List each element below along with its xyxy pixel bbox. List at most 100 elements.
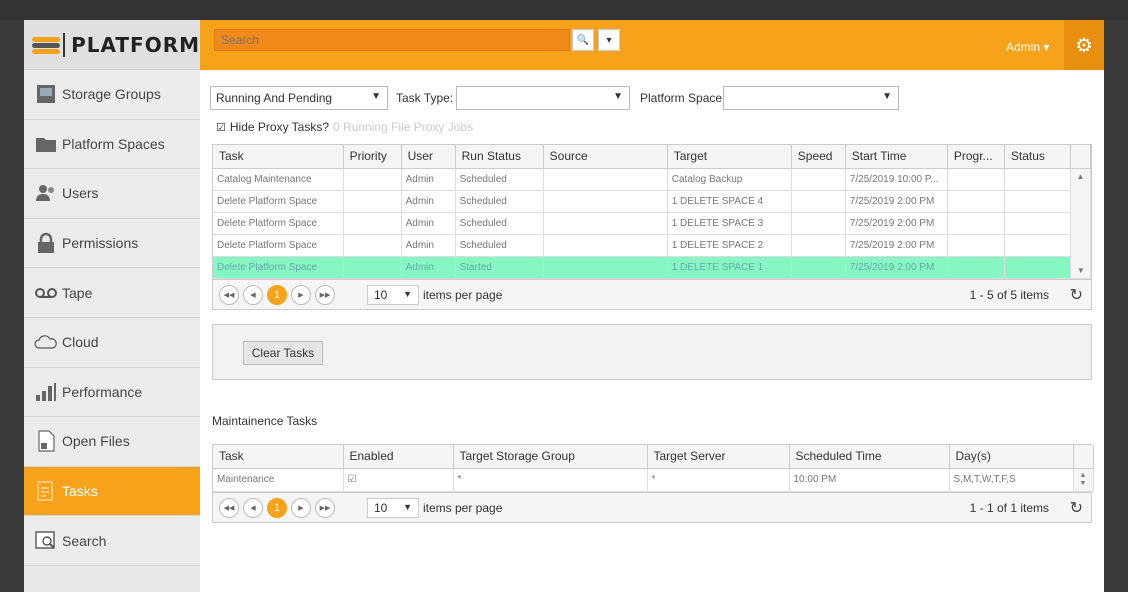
sidebar-item-permissions[interactable]: Permissions: [24, 218, 200, 269]
search-doc-icon: [34, 530, 58, 552]
table-row[interactable]: Catalog Maintenance Admin Scheduled Catalog…: [213, 168, 1092, 279]
table-cell: 1 DELETE SPACE 4: [667, 190, 792, 213]
first-page-button[interactable]: ◀◀: [219, 284, 239, 305]
column-header[interactable]: Source: [543, 145, 668, 169]
sidebar-item-users[interactable]: Users: [24, 169, 200, 219]
refresh-icon[interactable]: ↻: [1070, 285, 1083, 305]
status-filter-select[interactable]: Running And Pending ▼: [210, 86, 388, 110]
table-cell: 1 DELETE SPACE 2: [667, 234, 792, 257]
column-header[interactable]: Task: [213, 445, 344, 469]
caret-down-icon: ▼: [882, 91, 892, 102]
table-cell: [1004, 234, 1071, 257]
prev-page-button[interactable]: ◀: [243, 497, 263, 518]
sidebar-item-search[interactable]: Search: [24, 516, 200, 566]
last-page-icon: ▶▶: [319, 291, 331, 299]
logo[interactable]: PLATFORM: [24, 20, 200, 70]
table-cell: [1004, 168, 1071, 191]
table-cell: *: [453, 468, 648, 492]
table-cell: [343, 212, 402, 235]
column-header[interactable]: Target: [667, 145, 792, 169]
table-row[interactable]: Delete Platform Space Admin Scheduled 1 DEL…: [213, 190, 1091, 213]
column-header[interactable]: Run Status: [455, 145, 544, 169]
sidebar-item-cloud[interactable]: Cloud: [24, 317, 200, 368]
prev-page-button[interactable]: ◀: [243, 284, 263, 305]
search-input[interactable]: [214, 29, 570, 51]
scroll-down-icon[interactable]: ▼: [1077, 266, 1085, 275]
last-page-button[interactable]: ▶▶: [315, 284, 335, 305]
refresh-icon[interactable]: ↻: [1070, 498, 1083, 518]
vertical-scrollbar[interactable]: ▲ ▼: [1070, 168, 1092, 279]
next-page-button[interactable]: ▶: [291, 497, 311, 518]
column-header[interactable]: User: [401, 145, 456, 169]
last-page-button[interactable]: ▶▶: [315, 497, 335, 518]
next-page-icon: ▶: [298, 504, 304, 512]
pager-info: 1 - 5 of 5 items: [969, 287, 1049, 302]
column-header[interactable]: Day(s): [949, 445, 1074, 469]
table-cell: [543, 234, 668, 257]
table-row[interactable]: Delete Platform Space Admin Scheduled 1 DEL…: [213, 234, 1091, 257]
enabled-checkbox[interactable]: ☑: [348, 474, 357, 485]
caret-down-icon: ▼: [403, 501, 412, 512]
table-cell: [343, 190, 402, 213]
sidebar-item-tape[interactable]: Tape: [24, 268, 200, 318]
sidebar-item-storage-groups[interactable]: Storage Groups: [24, 70, 200, 120]
prev-page-icon: ◀: [250, 504, 256, 512]
task-type-select[interactable]: ▼: [456, 86, 630, 110]
sidebar-item-label: Tape: [62, 284, 93, 301]
platform-space-select[interactable]: ▼: [723, 86, 899, 110]
table-row-selected[interactable]: Delete Platform Space Admin Started 1 DELET…: [213, 256, 1091, 279]
page-size-select[interactable]: 10 ▼: [367, 284, 419, 305]
vertical-scrollbar[interactable]: ▲ ▼: [1073, 468, 1094, 492]
column-header[interactable]: Target Server: [647, 445, 790, 469]
scrollbar-header: [1070, 145, 1092, 169]
sidebar-item-label: Permissions: [62, 235, 139, 252]
next-page-button[interactable]: ▶: [291, 284, 311, 305]
column-header[interactable]: Status: [1004, 145, 1071, 169]
sidebar-item-performance[interactable]: Performance: [24, 367, 200, 418]
table-cell: Admin: [401, 256, 456, 279]
table-cell: [1004, 190, 1071, 213]
gear-icon: ⚙: [1075, 34, 1093, 57]
top-header: 🔍 ▾ Admin ▾ ⚙: [200, 20, 1104, 70]
column-header[interactable]: Speed: [791, 145, 846, 169]
last-page-icon: ▶▶: [319, 504, 331, 512]
page-number-button[interactable]: 1: [267, 497, 287, 518]
sidebar-item-open-files[interactable]: Open Files: [24, 417, 200, 467]
scroll-up-icon[interactable]: ▲: [1076, 172, 1084, 181]
column-header[interactable]: Progr...: [947, 145, 1005, 169]
column-header[interactable]: Priority: [343, 145, 402, 169]
first-page-icon: ◀◀: [223, 291, 235, 299]
table-cell: Scheduled: [455, 234, 544, 257]
table-row[interactable]: Maintenance ☑ * * 10:00 PM S,M,T,W,T,F,S…: [213, 468, 1094, 492]
table-cell: [343, 234, 402, 257]
table-cell: Delete Platform Space: [213, 234, 344, 257]
scroll-up-icon[interactable]: ▲: [1080, 472, 1087, 479]
user-menu[interactable]: Admin ▾: [1006, 40, 1049, 54]
page-size-select[interactable]: 10 ▼: [367, 497, 419, 518]
table-cell: [343, 168, 402, 191]
sidebar-item-tasks[interactable]: Tasks: [24, 466, 200, 517]
first-page-icon: ◀◀: [223, 504, 235, 512]
column-header[interactable]: Scheduled Time: [789, 445, 950, 469]
search-button[interactable]: 🔍: [572, 29, 594, 51]
lock-icon: [34, 232, 58, 254]
page-number-button[interactable]: 1: [267, 284, 287, 305]
column-header[interactable]: Target Storage Group: [453, 445, 648, 469]
column-header[interactable]: Start Time: [845, 145, 948, 169]
settings-button[interactable]: ⚙: [1064, 20, 1104, 70]
app-window: PLATFORM Storage Groups Platform Spaces …: [24, 20, 1104, 592]
table-row[interactable]: Delete Platform Space Admin Scheduled 1 DEL…: [213, 212, 1091, 235]
clear-tasks-button[interactable]: Clear Tasks: [243, 341, 323, 365]
column-header[interactable]: Task: [213, 145, 344, 169]
table-cell: 7/25/2019 2:00 PM: [845, 190, 948, 213]
storage-icon: [34, 83, 58, 105]
table-cell: [947, 256, 1005, 279]
column-header[interactable]: Enabled: [343, 445, 454, 469]
sidebar-item-platform-spaces[interactable]: Platform Spaces: [24, 119, 200, 170]
first-page-button[interactable]: ◀◀: [219, 497, 239, 518]
scroll-down-icon[interactable]: ▼: [1080, 480, 1087, 487]
hide-proxy-checkbox[interactable]: ☑: [216, 121, 226, 134]
search-options-button[interactable]: ▾: [598, 29, 620, 51]
table-cell: Delete Platform Space: [213, 256, 344, 279]
table-cell: S,M,T,W,T,F,S: [949, 468, 1074, 492]
